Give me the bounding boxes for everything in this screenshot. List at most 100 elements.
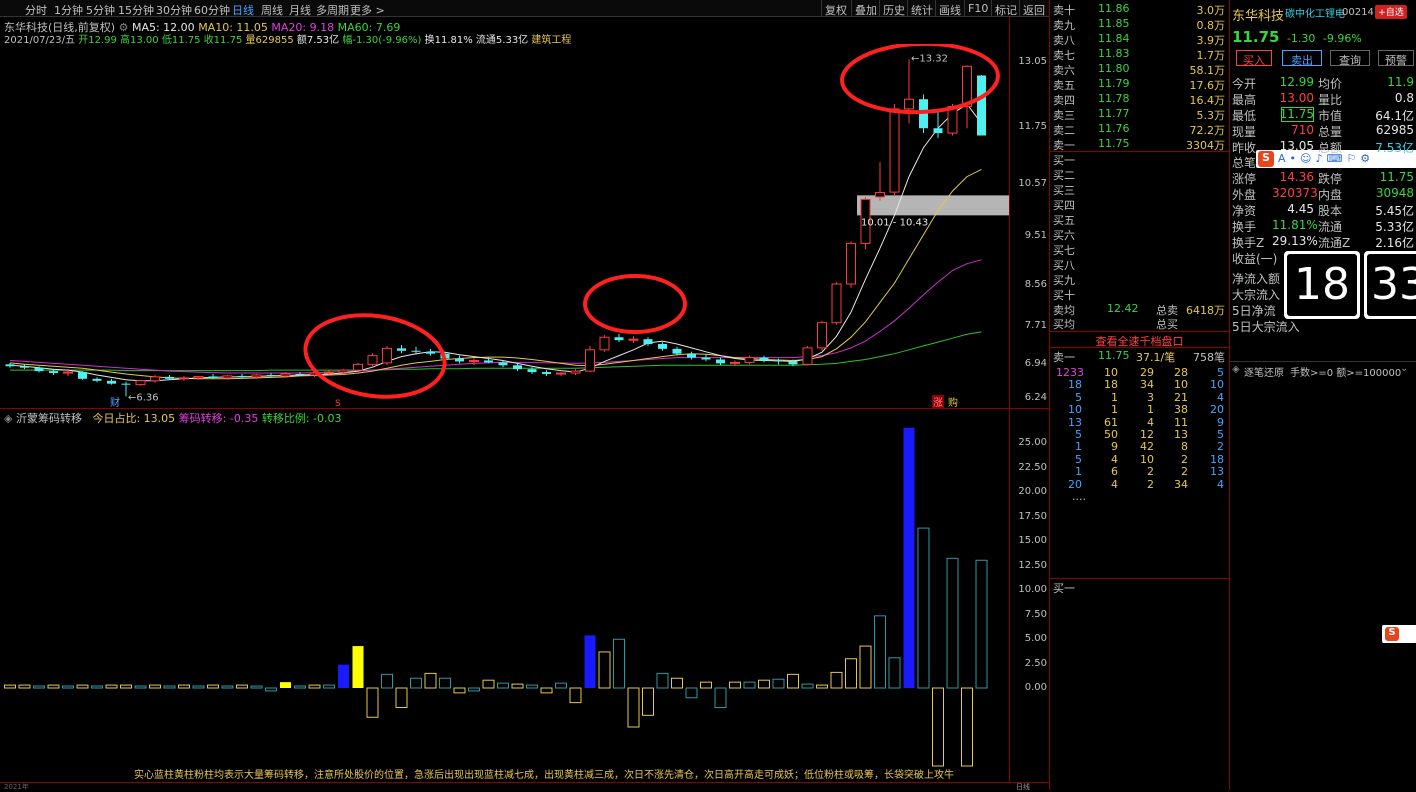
indicator-bar xyxy=(18,684,31,689)
price-tick: 9.51 xyxy=(1024,230,1047,241)
buyback-marker: 购 xyxy=(948,396,958,408)
period-tab-30min[interactable]: 30分钟 xyxy=(156,2,192,18)
candle-body xyxy=(63,371,73,374)
ask-row[interactable]: 卖五 11.79 17.6万 xyxy=(1050,77,1229,92)
draw-button[interactable]: 画线 xyxy=(935,0,964,17)
queue-header-row[interactable]: 卖一 11.75 37.1/笔 758笔 xyxy=(1050,349,1229,364)
period-tab-more[interactable]: 更多 > xyxy=(350,2,385,18)
stat-row: 涨停 14.36 跌停 11.75 xyxy=(1232,170,1416,186)
stat-label: 股本 xyxy=(1318,204,1343,218)
period-tab-weekly[interactable]: 周线 xyxy=(261,2,283,18)
add-watchlist-button[interactable]: +自选 xyxy=(1375,5,1407,19)
indicator-bar xyxy=(526,684,538,689)
trade-menu-icon[interactable]: ◈ xyxy=(1232,364,1240,375)
trade-title[interactable]: 逐笔还原 xyxy=(1244,364,1284,379)
stat-label: 流通Z xyxy=(1318,236,1351,250)
overlay-button[interactable]: 叠加 xyxy=(851,0,880,17)
period-tab-intraday[interactable]: 分时 xyxy=(25,2,47,18)
last-price: 11.75 xyxy=(1232,28,1280,46)
buy-button[interactable]: 买入 xyxy=(1236,50,1272,67)
price-axis: 13.05 11.75 10.57 9.51 8.56 7.71 6.94 6.… xyxy=(1009,17,1049,408)
bid-row[interactable]: 买九 xyxy=(1050,272,1229,287)
candlestick-chart[interactable]: ←13.32←6.3610.01 - 10.43财S涨购◇ xyxy=(0,44,1009,408)
ask-row[interactable]: 卖六 11.80 58.1万 xyxy=(1050,62,1229,77)
candle-body xyxy=(411,350,421,352)
bid-row[interactable]: 买六 xyxy=(1050,227,1229,242)
candle-body xyxy=(817,322,827,349)
ask-row[interactable]: 卖四 11.78 16.4万 xyxy=(1050,92,1229,107)
ask-row[interactable]: 卖十 11.86 3.0万 xyxy=(1050,2,1229,17)
trade-collapse-icon[interactable]: ⌄ xyxy=(1400,363,1408,374)
period-tab-daily[interactable]: 日线 xyxy=(232,2,254,18)
candle-body xyxy=(222,375,233,379)
ask-row[interactable]: 卖九 11.85 0.8万 xyxy=(1050,17,1229,32)
sell-button[interactable]: 卖出 xyxy=(1282,50,1322,67)
queue-more[interactable]: .... xyxy=(1072,490,1086,503)
queue-order: 1 xyxy=(1075,465,1082,479)
query-button[interactable]: 查询 xyxy=(1330,50,1370,67)
stat-value: 30948 xyxy=(1375,186,1414,200)
bid-row[interactable]: 买一 xyxy=(1050,152,1229,167)
history-button[interactable]: 历史 xyxy=(879,0,908,17)
indicator-chart[interactable] xyxy=(0,422,1009,782)
alert-button[interactable]: 预警 xyxy=(1378,50,1414,67)
indicator-bar xyxy=(961,687,973,767)
candle-body xyxy=(977,75,986,136)
queue-order: 5 xyxy=(1075,428,1082,441)
candle-body xyxy=(846,242,856,285)
bid-row[interactable]: 买七 xyxy=(1050,242,1229,257)
queue-order: 38 xyxy=(1174,403,1188,417)
trade-filter[interactable]: 手数>=0 额>=100000 xyxy=(1290,364,1401,379)
ask-row[interactable]: 卖一 11.75 3304万 xyxy=(1050,137,1229,152)
period-tab-5min[interactable]: 5分钟 xyxy=(86,2,115,18)
ask-level-label: 卖八 xyxy=(1053,34,1075,47)
candle-body xyxy=(49,371,58,374)
bid-row[interactable]: 买五 xyxy=(1050,212,1229,227)
adjust-button[interactable]: 复权 xyxy=(821,0,850,17)
bid-avg-row[interactable]: 买均 总买 xyxy=(1050,316,1229,331)
bid-level-label: 买七 xyxy=(1053,244,1075,257)
indicator-bar xyxy=(816,684,828,689)
period-tab-monthly[interactable]: 月线 xyxy=(289,2,311,18)
indicator-note: 实心蓝柱黄柱粉柱均表示大量筹码转移，注意所处股价的位置，急涨后出现出现蓝柱减七成… xyxy=(134,770,954,781)
period-tab-60min[interactable]: 60分钟 xyxy=(194,2,230,18)
stat-label: 外盘 xyxy=(1232,188,1257,202)
stat-label: 总量 xyxy=(1318,125,1343,139)
indicator-bar xyxy=(482,679,495,689)
bid-row[interactable]: 买八 xyxy=(1050,257,1229,272)
price-tick: 6.24 xyxy=(1024,392,1047,403)
sector-tag[interactable]: 碳中化工锂电 xyxy=(1285,5,1345,20)
ask-row[interactable]: 卖三 11.77 5.3万 xyxy=(1050,107,1229,122)
ask-price: 11.75 xyxy=(1098,137,1130,150)
ask-avg-row[interactable]: 卖均 12.42 总卖 6418万 xyxy=(1050,302,1229,317)
stat-value: 13.00 xyxy=(1279,91,1314,105)
f10-button[interactable]: F10 xyxy=(964,0,991,17)
indicator-bar xyxy=(410,677,422,689)
indicator-bar xyxy=(932,687,944,767)
queue-order: 9 xyxy=(1217,415,1224,429)
candle-body xyxy=(237,375,247,377)
candle-body xyxy=(658,344,667,349)
queue-order: 13 xyxy=(1068,415,1082,429)
bid-row[interactable]: 买二 xyxy=(1050,167,1229,182)
queue-avg: 37.1/笔 xyxy=(1136,351,1176,364)
period-tab-1min[interactable]: 1分钟 xyxy=(54,2,83,18)
ask-row[interactable]: 卖八 11.84 3.9万 xyxy=(1050,32,1229,47)
ask-row[interactable]: 卖二 11.76 72.2万 xyxy=(1050,122,1229,137)
back-button[interactable]: 返回 xyxy=(1019,0,1048,17)
period-tab-multi[interactable]: 多周期 xyxy=(316,2,349,18)
ask-row[interactable]: 卖七 11.83 1.7万 xyxy=(1050,47,1229,62)
bid-row[interactable]: 买十 xyxy=(1050,287,1229,302)
indicator-bar xyxy=(468,687,480,692)
period-tab-15min[interactable]: 15分钟 xyxy=(118,2,154,18)
stat-label: 换手 xyxy=(1232,220,1257,234)
mark-button[interactable]: 标记 xyxy=(991,0,1020,17)
bid-row[interactable]: 买三 xyxy=(1050,182,1229,197)
pane-divider[interactable] xyxy=(0,408,1049,409)
stats-button[interactable]: 统计 xyxy=(907,0,936,17)
sogou-mini-icon[interactable]: S xyxy=(1385,627,1399,641)
price-tick: 10.57 xyxy=(1018,178,1047,189)
indicator-bar xyxy=(946,557,959,689)
ime-floating-icon[interactable]: S xyxy=(1382,625,1416,643)
bid-row[interactable]: 买四 xyxy=(1050,197,1229,212)
